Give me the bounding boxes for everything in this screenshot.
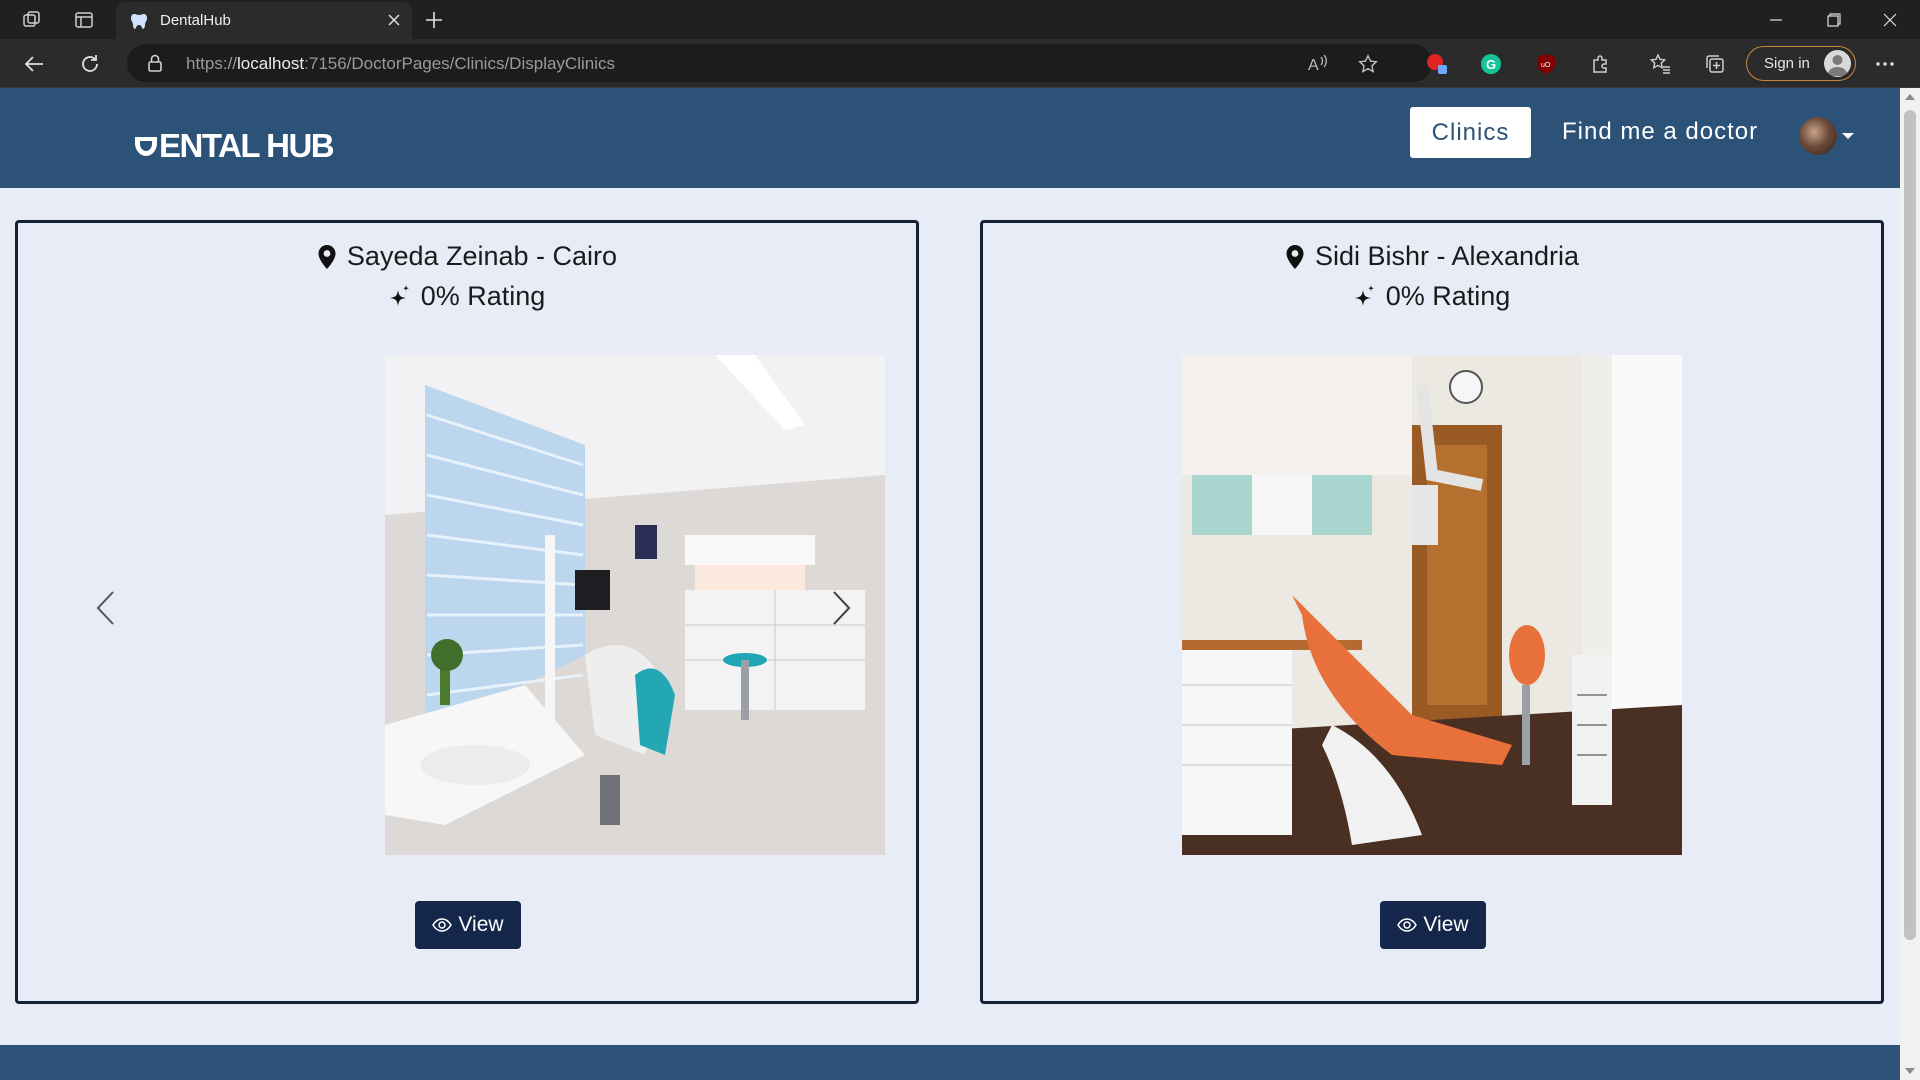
browser-toolbar: https://localhost:7156/DoctorPages/Clini…	[0, 39, 1920, 88]
browser-tab-bar: DentalHub	[0, 0, 1920, 39]
tab-title: DentalHub	[160, 12, 231, 29]
eye-icon	[432, 918, 453, 932]
scroll-up-arrow-icon[interactable]	[1905, 94, 1915, 100]
dental-hub-logo[interactable]: ENTAL HUB	[133, 127, 335, 165]
eye-icon	[1397, 918, 1418, 932]
view-clinic-button[interactable]: View	[415, 901, 521, 949]
clinic-location-text: Sayeda Zeinab - Cairo	[346, 241, 618, 271]
page-scrollbar[interactable]	[1900, 88, 1920, 1080]
carousel-next-arrow-icon[interactable]	[829, 588, 855, 628]
profile-avatar-icon	[1824, 50, 1851, 77]
collections-icon[interactable]	[1703, 52, 1727, 76]
view-button-label: View	[458, 913, 504, 936]
sign-in-button[interactable]: Sign in	[1746, 46, 1856, 81]
favorites-icon[interactable]	[1648, 52, 1672, 76]
user-profile-avatar[interactable]	[1799, 117, 1837, 155]
workspaces-icon[interactable]	[20, 8, 44, 32]
read-aloud-icon[interactable]: A	[1307, 53, 1329, 75]
refresh-icon[interactable]	[77, 51, 103, 77]
restore-icon[interactable]	[1806, 0, 1862, 39]
more-menu-icon[interactable]	[1873, 52, 1897, 76]
map-pin-icon	[318, 244, 336, 269]
vertical-tabs-icon[interactable]	[72, 8, 96, 32]
site-footer	[0, 1045, 1900, 1080]
clinic-location: Sidi Bishr - Alexandria	[983, 241, 1881, 272]
ublock-icon[interactable]: uO	[1534, 52, 1558, 76]
sparkle-icon	[1354, 284, 1374, 306]
scrollbar-thumb[interactable]	[1904, 110, 1916, 940]
dental-clinic-photo	[385, 355, 885, 855]
back-arrow-icon[interactable]	[21, 51, 47, 77]
clinic-rating: 0% Rating	[983, 281, 1881, 312]
extension-red-icon[interactable]	[1425, 52, 1449, 76]
clinic-location: Sayeda Zeinab - Cairo	[18, 241, 916, 272]
favorite-star-icon[interactable]	[1357, 53, 1379, 75]
lock-icon	[148, 54, 162, 72]
site-header: ENTAL HUB Clinics Find me a doctor	[0, 88, 1900, 188]
map-pin-icon	[1286, 244, 1304, 269]
clinic-photo-carousel[interactable]	[385, 355, 885, 855]
clinic-location-text: Sidi Bishr - Alexandria	[1314, 241, 1580, 271]
carousel-prev-arrow-icon[interactable]	[92, 588, 118, 628]
page-viewport: ENTAL HUB Clinics Find me a doctor Sayed…	[0, 88, 1900, 1080]
grammarly-icon[interactable]: G	[1479, 52, 1503, 76]
view-clinic-button[interactable]: View	[1380, 901, 1486, 949]
url-text: https://localhost:7156/DoctorPages/Clini…	[186, 54, 615, 73]
tooth-favicon-icon	[131, 13, 147, 29]
extensions-puzzle-icon[interactable]	[1589, 52, 1613, 76]
address-bar[interactable]: https://localhost:7156/DoctorPages/Clini…	[127, 44, 1432, 82]
new-tab-icon[interactable]	[422, 8, 446, 32]
minimize-icon[interactable]	[1748, 0, 1804, 39]
browser-tab-dentalhub[interactable]: DentalHub	[116, 2, 412, 39]
tooth-logo-icon	[135, 137, 157, 156]
close-window-icon[interactable]	[1862, 0, 1918, 39]
svg-text:A: A	[1308, 57, 1319, 74]
clinic-rating-text: 0% Rating	[420, 281, 546, 311]
svg-text:G: G	[1486, 57, 1496, 72]
clinic-card-1: Sayeda Zeinab - Cairo 0% Rating View	[15, 220, 919, 1004]
profile-dropdown-caret-icon[interactable]	[1842, 133, 1854, 139]
scroll-down-arrow-icon[interactable]	[1905, 1068, 1915, 1074]
svg-text:uO: uO	[1541, 62, 1551, 69]
tab-close-icon[interactable]	[384, 10, 404, 30]
sign-in-label: Sign in	[1764, 55, 1810, 72]
clinic-rating-text: 0% Rating	[1385, 281, 1511, 311]
dental-clinic-photo	[1182, 355, 1682, 855]
logo-text: ENTAL HUB	[159, 127, 335, 164]
clinics-nav-button[interactable]: Clinics	[1410, 107, 1531, 158]
view-button-label: View	[1423, 913, 1469, 936]
find-doctor-link[interactable]: Find me a doctor	[1562, 118, 1758, 146]
clinic-rating: 0% Rating	[18, 281, 916, 312]
clinic-card-2: Sidi Bishr - Alexandria 0% Rating View	[980, 220, 1884, 1004]
clinic-photo[interactable]	[1182, 355, 1682, 855]
sparkle-icon	[389, 284, 409, 306]
